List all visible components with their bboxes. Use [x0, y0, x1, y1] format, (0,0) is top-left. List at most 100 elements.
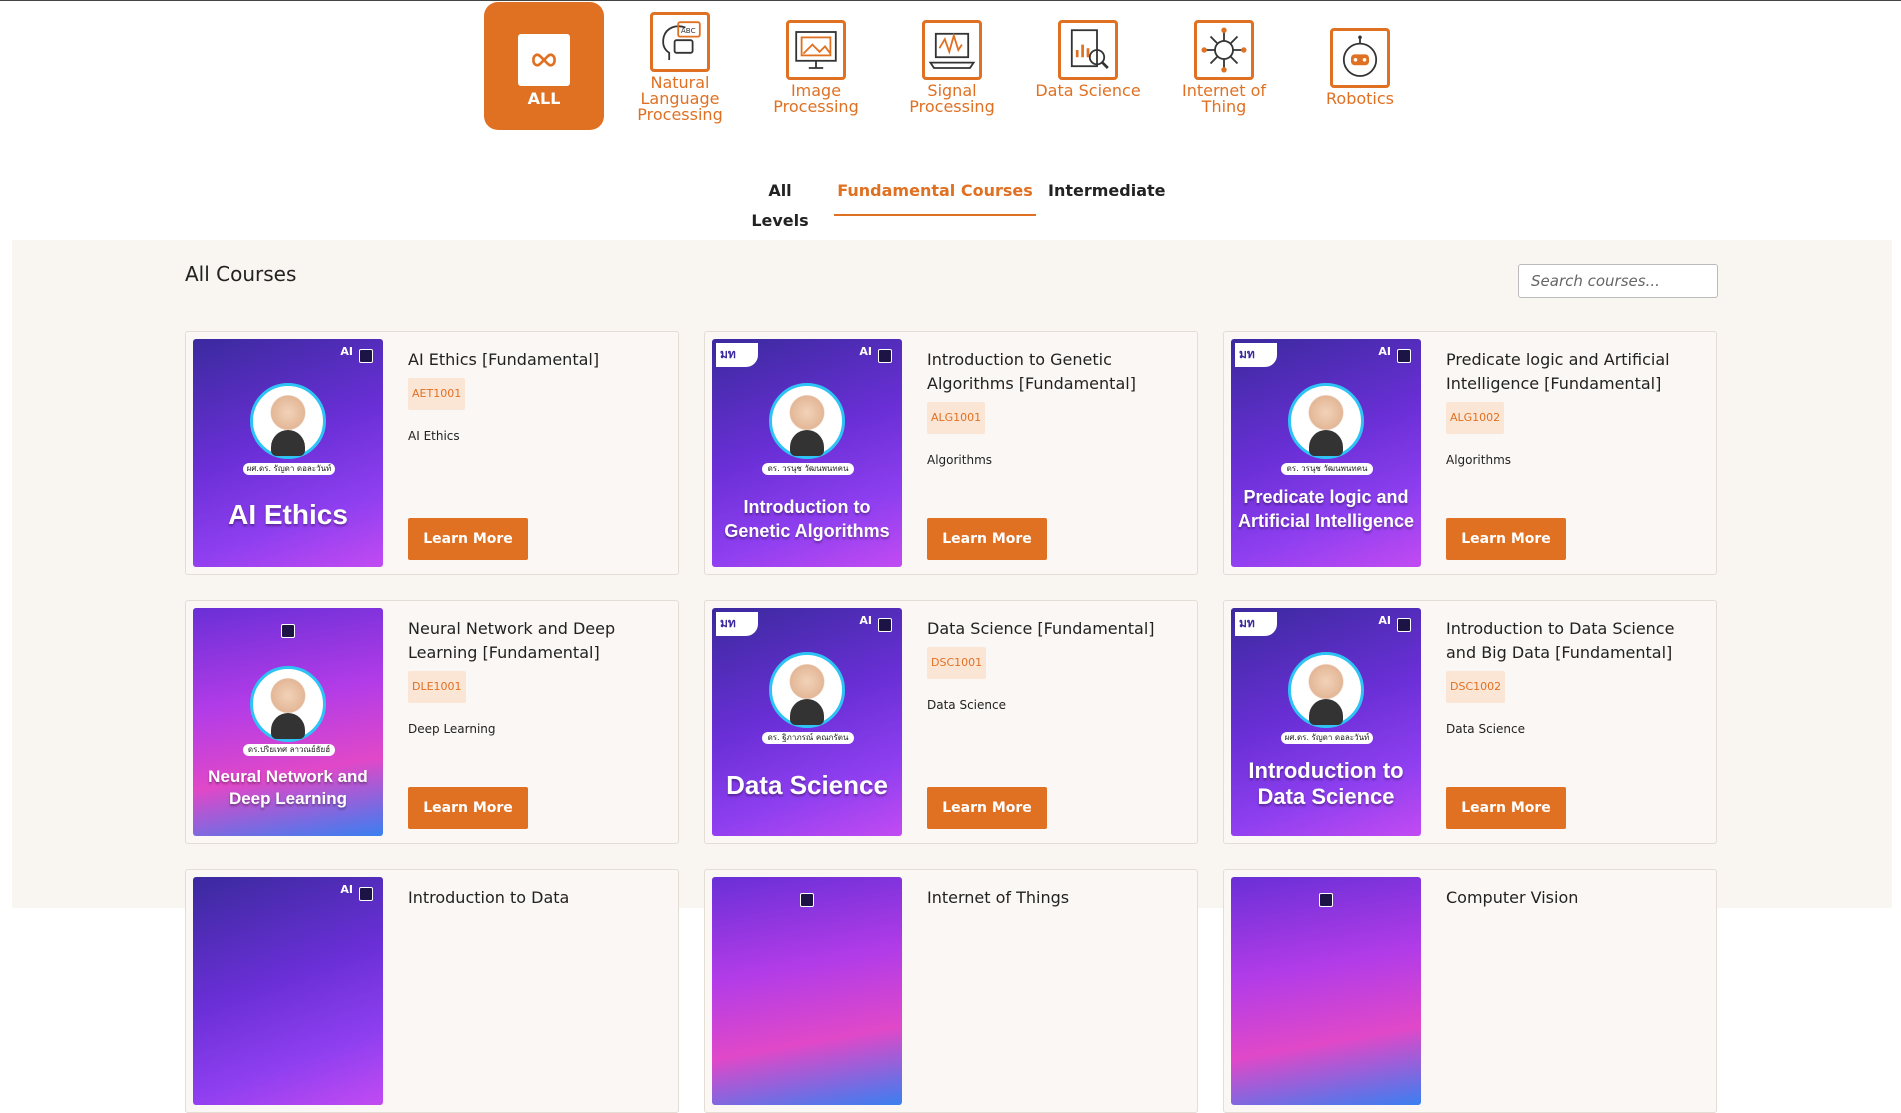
category-label: Image Processing	[773, 81, 859, 116]
instructor-photo	[769, 383, 845, 459]
course-title[interactable]: Predicate logic and Artificial Intellige…	[1446, 348, 1704, 396]
learn-more-button[interactable]: Learn More	[927, 518, 1047, 560]
category-robotics[interactable]: Robotics	[1300, 2, 1420, 130]
instructor-name: ดร. วรนุช วัฒนพนทคน	[1281, 463, 1373, 475]
course-info: Predicate logic and Artificial Intellige…	[1446, 348, 1704, 472]
thumb-brand: AI	[1378, 345, 1391, 358]
category-iot[interactable]: Internet of Thing	[1164, 2, 1284, 130]
course-title[interactable]: Neural Network and Deep Learning [Fundam…	[408, 617, 666, 665]
chip-icon	[359, 887, 373, 901]
course-thumbnail	[712, 877, 902, 1105]
course-thumbnail: มท AI ดร. วรนุช วัฒนพนทคน Predicate logi…	[1231, 339, 1421, 567]
level-tabs: All Levels Fundamental Courses Intermedi…	[0, 176, 1901, 230]
category-signal-processing[interactable]: Signal Processing	[892, 2, 1012, 130]
course-info: Introduction to Data Science and Big Dat…	[1446, 617, 1704, 741]
instructor-photo	[250, 383, 326, 459]
course-category: Algorithms	[927, 453, 993, 467]
learn-more-button[interactable]: Learn More	[1446, 787, 1566, 829]
course-thumbnail: มท AI ดร. ฐิภาภรณ์ คณกรัตน Data Science	[712, 608, 902, 836]
network-brain-icon	[1194, 20, 1254, 80]
chip-icon	[878, 618, 892, 632]
signal-laptop-icon	[922, 20, 982, 80]
thumb-brand: AI	[859, 345, 872, 358]
university-logo: มท	[1235, 612, 1277, 636]
course-title[interactable]: AI Ethics [Fundamental]	[408, 348, 666, 372]
course-card[interactable]: ดร.ปริยเทศ ลาวณย์ธัยฮ์ Neural Network an…	[185, 600, 679, 844]
chip-icon	[878, 349, 892, 363]
instructor-name: ดร.ปริยเทศ ลาวณย์ธัยฮ์	[243, 744, 335, 756]
course-code-badge: ALG1001	[927, 402, 986, 434]
image-monitor-icon	[786, 20, 846, 80]
thumb-title: Introduction to Genetic Algorithms	[724, 497, 890, 541]
course-info: Internet of Things	[927, 886, 1185, 910]
course-thumbnail: ดร.ปริยเทศ ลาวณย์ธัยฮ์ Neural Network an…	[193, 608, 383, 836]
course-info: Computer Vision	[1446, 886, 1704, 910]
instructor-name: ผศ.ดร. รัญดา ดอละวันท์	[1281, 732, 1373, 744]
thumb-title: Neural Network and Deep Learning	[208, 767, 368, 808]
thumb-title: Introduction to Data Science	[1248, 758, 1404, 809]
course-card[interactable]: มท AI ผศ.ดร. รัญดา ดอละวันท์ Introductio…	[1223, 600, 1717, 844]
university-logo: มท	[716, 612, 758, 636]
category-all[interactable]: ALL	[484, 2, 604, 130]
svg-text:ABC: ABC	[681, 26, 696, 35]
course-info: AI Ethics [Fundamental] AET1001 AI Ethic…	[408, 348, 666, 448]
search-input[interactable]	[1518, 264, 1718, 298]
category-bar: ALL ABC Natural Language Processing Imag…	[0, 2, 1901, 132]
tab-all-levels[interactable]: All Levels	[738, 176, 822, 230]
course-title[interactable]: Introduction to Data	[408, 886, 666, 910]
course-title[interactable]: Introduction to Data Science and Big Dat…	[1446, 617, 1704, 665]
learn-more-button[interactable]: Learn More	[1446, 518, 1566, 560]
instructor-photo	[250, 666, 326, 742]
university-logo: มท	[716, 343, 758, 367]
thumb-title: AI Ethics	[228, 499, 348, 530]
course-card[interactable]: Computer Vision	[1223, 869, 1717, 1113]
course-category: Deep Learning	[408, 722, 496, 736]
robot-icon	[1330, 28, 1390, 88]
course-card[interactable]: Internet of Things	[704, 869, 1198, 1113]
course-card[interactable]: มท AI ดร. วรนุช วัฒนพนทคน Predicate logi…	[1223, 331, 1717, 575]
course-category: AI Ethics	[408, 429, 460, 443]
course-thumbnail	[1231, 877, 1421, 1105]
tab-fundamental-courses[interactable]: Fundamental Courses	[834, 176, 1036, 216]
category-label: ALL	[527, 89, 561, 108]
course-thumbnail: มท AI ดร. วรนุช วัฒนพนทคน Introduction t…	[712, 339, 902, 567]
chip-icon	[1397, 349, 1411, 363]
thumb-brand: AI	[1378, 614, 1391, 627]
course-category: Data Science	[1446, 722, 1525, 736]
course-card[interactable]: มท AI ดร. วรนุช วัฒนพนทคน Introduction t…	[704, 331, 1198, 575]
chip-icon	[281, 624, 295, 638]
courses-panel: All Courses AI ผศ.ดร. รัญดา ดอละวันท์ AI…	[12, 240, 1892, 1113]
course-title[interactable]: Data Science [Fundamental]	[927, 617, 1185, 641]
course-card[interactable]: AI Introduction to Data	[185, 869, 679, 1113]
category-label: Internet of Thing	[1181, 81, 1267, 116]
instructor-photo	[769, 652, 845, 728]
thumb-brand: AI	[340, 345, 353, 358]
instructor-name: ดร. ฐิภาภรณ์ คณกรัตน	[762, 732, 854, 744]
category-image-processing[interactable]: Image Processing	[756, 2, 876, 130]
course-category: Algorithms	[1446, 453, 1512, 467]
course-thumbnail: AI ผศ.ดร. รัญดา ดอละวันท์ AI Ethics	[193, 339, 383, 567]
head-chat-icon: ABC	[650, 12, 710, 72]
tab-intermediate[interactable]: Intermediate	[1048, 176, 1166, 216]
instructor-photo	[1288, 383, 1364, 459]
thumb-title: Predicate logic and Artificial Intellige…	[1237, 487, 1415, 531]
course-title[interactable]: Internet of Things	[927, 886, 1185, 910]
learn-more-button[interactable]: Learn More	[408, 518, 528, 560]
course-title[interactable]: Computer Vision	[1446, 886, 1704, 910]
instructor-photo	[1288, 652, 1364, 728]
learn-more-button[interactable]: Learn More	[408, 787, 528, 829]
course-thumbnail: AI	[193, 877, 383, 1105]
category-label: Natural Language Processing	[637, 73, 723, 124]
course-card[interactable]: AI ผศ.ดร. รัญดา ดอละวันท์ AI Ethics AI E…	[185, 331, 679, 575]
course-info: Data Science [Fundamental] DSC1001 Data …	[927, 617, 1185, 717]
page-title: All Courses	[185, 262, 297, 286]
course-card[interactable]: มท AI ดร. ฐิภาภรณ์ คณกรัตน Data Science …	[704, 600, 1198, 844]
top-border	[0, 0, 1901, 1]
course-title[interactable]: Introduction to Genetic Algorithms [Fund…	[927, 348, 1185, 396]
chip-icon	[800, 893, 814, 907]
category-data-science[interactable]: Data Science	[1028, 2, 1148, 130]
course-category: Data Science	[927, 698, 1006, 712]
thumb-brand: AI	[859, 614, 872, 627]
learn-more-button[interactable]: Learn More	[927, 787, 1047, 829]
category-nlp[interactable]: ABC Natural Language Processing	[620, 2, 740, 130]
